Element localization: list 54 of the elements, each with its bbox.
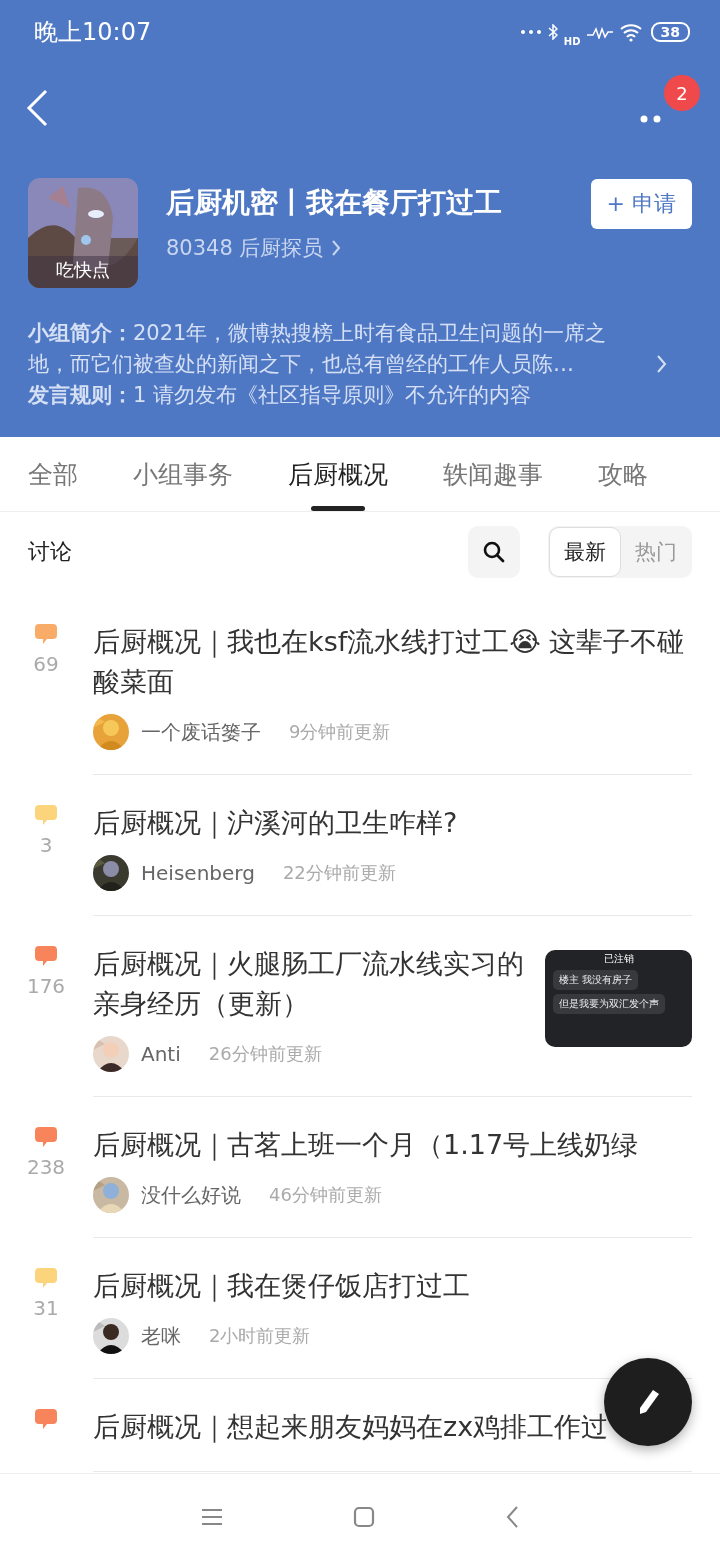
section-title: 讨论 [28,538,73,566]
chevron-right-icon [331,239,342,257]
bluetooth-icon [547,24,558,40]
update-time: 46分钟前更新 [269,1183,382,1207]
avatar-caption: 吃快点 [55,258,111,282]
more-button[interactable]: 2 [640,75,700,131]
apply-button[interactable]: + 申请 [590,179,692,229]
status-time: 晚上10:07 [34,17,152,48]
compose-button[interactable] [604,1358,692,1446]
post-title[interactable]: 后厨概况｜火腿肠工厂流水线实习的亲身经历（更新） [93,944,529,1024]
update-time: 26分钟前更新 [208,1042,322,1066]
author-name[interactable]: 一个废话篓子 [141,718,261,746]
comment-count: 69 [33,652,59,676]
update-time: 22分钟前更新 [282,861,396,885]
more-icon [640,115,662,123]
update-time: 9分钟前更新 [289,720,391,744]
post-title[interactable]: 后厨概况｜想起来朋友妈妈在zx鸡排工作过 [93,1407,609,1447]
category-tab[interactable]: 全部 [28,437,78,511]
notification-badge: 2 [664,75,700,111]
chat-message: 但是我要为双汇发个声 [553,994,665,1014]
group-name: 后厨机密丨我在餐厅打过工 [166,185,503,221]
author-name[interactable]: Anti [141,1042,181,1066]
category-tab[interactable]: 小组事务 [133,437,233,511]
author-name[interactable]: 老咪 [141,1322,181,1350]
update-time: 2小时前更新 [209,1324,311,1348]
group-intro: 小组简介：2021年，微博热搜榜上时有食品卫生问题的一席之地，而它们被查处的新闻之下，也总有曾经的工作人员陈… [28,320,608,378]
posting-rules: 发言规则：1 请勿发布《社区指导原则》不允许的内容 [28,382,533,409]
comment-count: 238 [26,1155,66,1179]
chat-message: 楼主 我没有房子 [553,970,639,990]
author-name[interactable]: 没什么好说 [141,1181,241,1209]
post-title[interactable]: 后厨概况｜古茗上班一个月（1.17号上线奶绿 [93,1125,639,1165]
author-name[interactable]: Heisenberg [141,861,255,885]
post-title[interactable]: 后厨概况｜我也在ksf流水线打过工😭 这辈子不碰酸菜面 [93,622,692,702]
comment-count: 31 [33,1296,59,1320]
chevron-right-icon[interactable] [656,354,668,374]
menu-icon[interactable] [201,1508,223,1526]
network-label: HD [563,35,581,47]
home-icon[interactable] [353,1506,375,1528]
more-status-icon [519,29,542,35]
post-title[interactable]: 后厨概况｜我在煲仔饭店打过工 [93,1266,470,1306]
category-tab[interactable]: 攻略 [598,437,648,511]
comment-count: 3 [39,833,53,857]
post-title[interactable]: 后厨概况｜沪溪河的卫生咋样? [93,803,458,843]
sort-option[interactable]: 最新 [549,527,621,577]
signal-icon [586,25,613,39]
search-icon [482,540,506,564]
search-button[interactable] [468,526,520,578]
chat-header: 已注销 [603,952,634,966]
category-tab[interactable]: 轶闻趣事 [443,437,543,511]
chat-screenshot-thumbnail[interactable]: 已注销 楼主 我没有房子 但是我要为双汇发个声 [545,950,692,1047]
back-icon[interactable] [505,1505,519,1529]
battery-icon: 38 [650,22,690,42]
comment-count: 176 [26,974,66,998]
category-tab[interactable]: 后厨概况 [288,437,388,511]
